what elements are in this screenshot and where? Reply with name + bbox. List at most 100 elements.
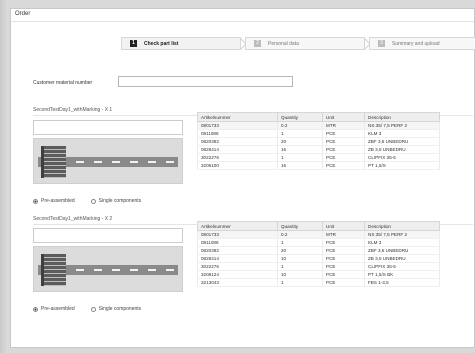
- radio-empty-icon[interactable]: [90, 306, 96, 312]
- assembly-options-x1: Pre-assembled Single components: [33, 198, 157, 204]
- quantity: 10: [277, 254, 323, 263]
- article-number: 0820392: [197, 246, 278, 255]
- description: NS 35/ 7,5 PERF 2: [364, 121, 440, 130]
- step-label: Summary and upload: [392, 40, 440, 47]
- step-label: Personal data: [268, 40, 299, 47]
- description: KLM 3: [364, 129, 440, 138]
- unit: PCE: [322, 161, 365, 170]
- radio-selected-icon[interactable]: [33, 306, 38, 312]
- unit: PCE: [322, 238, 365, 247]
- column-header[interactable]: Quantity: [277, 221, 323, 231]
- radio-empty-icon[interactable]: [90, 198, 96, 204]
- terminal-strip-preview: [33, 246, 183, 292]
- column-header[interactable]: Artikelnummer: [197, 221, 278, 231]
- description: ZBF 3,5 UNBEDRU: [364, 246, 440, 255]
- unit: PCE: [322, 137, 365, 146]
- customer-material-input[interactable]: [118, 76, 293, 87]
- radio-selected-icon[interactable]: [33, 198, 38, 204]
- assembly-options-x2: Pre-assembled Single components: [33, 306, 157, 312]
- step-summary-upload[interactable]: 3 Summary and upload: [369, 37, 475, 50]
- quantity: 1: [277, 153, 323, 162]
- article-number: 0811088: [197, 238, 278, 247]
- radio-single-components[interactable]: Single components: [90, 198, 142, 204]
- table-row[interactable]: 0828414 10 PCE ZB 3,5 UNBEDRU: [197, 254, 440, 263]
- marking-text-box[interactable]: [33, 228, 183, 243]
- article-number: 3022276: [197, 262, 278, 271]
- step-check-part-list[interactable]: 1 Check part list: [121, 37, 241, 50]
- radio-single-components[interactable]: Single components: [90, 306, 142, 312]
- parts-table-x1: Artikelnummer Quantity Unit Description …: [197, 112, 475, 170]
- article-number: 0811088: [197, 129, 278, 138]
- step-personal-data[interactable]: 2 Personal data: [245, 37, 365, 50]
- step-number: 3: [378, 40, 385, 47]
- unit: MTR: [322, 230, 365, 239]
- terminal-strip-preview: [33, 138, 183, 184]
- quantity: 16: [277, 145, 323, 154]
- article-number: 3206100: [197, 161, 278, 170]
- quantity: 0.2: [277, 121, 323, 130]
- description: ZB 3,5 UNBEDRU: [364, 254, 440, 263]
- column-header[interactable]: Description: [364, 112, 440, 122]
- radio-label: Single components: [98, 198, 142, 204]
- table-row[interactable]: 0811088 1 PCE KLM 3: [197, 238, 440, 247]
- table-row[interactable]: 0811088 1 PCE KLM 3: [197, 129, 440, 138]
- article-number: 0801733: [197, 121, 278, 130]
- article-number: 3022276: [197, 153, 278, 162]
- radio-label: Single components: [98, 306, 142, 312]
- unit: PCE: [322, 145, 365, 154]
- step-number: 2: [254, 40, 261, 47]
- unit: MTR: [322, 121, 365, 130]
- table-row[interactable]: 0828414 16 PCE ZB 3,5 UNBEDRU: [197, 145, 440, 154]
- section-title-x2: SecondTestDay1_withMarking - X 2: [33, 216, 113, 222]
- column-header[interactable]: Description: [364, 221, 440, 231]
- description: ZB 3,5 UNBEDRU: [364, 145, 440, 154]
- article-number: 3208124: [197, 270, 278, 279]
- table-row[interactable]: 3022276 1 PCE CLIPFIX 35-5: [197, 262, 440, 271]
- article-number: 0828414: [197, 254, 278, 263]
- desktop-edge: [0, 0, 8, 353]
- article-number: 3213043: [197, 278, 278, 287]
- wizard-steps: 1 Check part list 2 Personal data 3 Summ…: [121, 37, 475, 51]
- table-row[interactable]: 3206100 16 PCE PT 1,5/S: [197, 161, 440, 170]
- marking-text-box[interactable]: [33, 120, 183, 135]
- column-header[interactable]: Unit: [322, 112, 365, 122]
- section-title-x1: SecondTestDay1_withMarking - X 1: [33, 107, 113, 113]
- description: NS 35/ 7,5 PERF 2: [364, 230, 440, 239]
- table-header-row: Artikelnummer Quantity Unit Description: [197, 112, 440, 122]
- window-title: Order: [15, 11, 31, 17]
- description: ZBF 3,5 UNBEDRU: [364, 137, 440, 146]
- unit: PCE: [322, 153, 365, 162]
- quantity: 1: [277, 262, 323, 271]
- table-row[interactable]: 0820392 20 PCE ZBF 3,5 UNBEDRU: [197, 137, 440, 146]
- step-label: Check part list: [144, 40, 179, 47]
- table-row[interactable]: 3213043 1 PCE FBS 1-3,5: [197, 278, 440, 287]
- unit: PCE: [322, 270, 365, 279]
- step-number: 1: [130, 40, 137, 47]
- radio-label: Pre-assembled: [41, 306, 75, 312]
- quantity: 10: [277, 270, 323, 279]
- radio-label: Pre-assembled: [41, 198, 75, 204]
- table-row[interactable]: 3208124 10 PCE PT 1,5/S BK: [197, 270, 440, 279]
- parts-table-x2: Artikelnummer Quantity Unit Description …: [197, 221, 475, 287]
- column-header[interactable]: Quantity: [277, 112, 323, 122]
- customer-material-label: Customer material number: [33, 80, 93, 86]
- quantity: 1: [277, 129, 323, 138]
- column-header[interactable]: Unit: [322, 221, 365, 231]
- description: CLIPFIX 35-5: [364, 153, 440, 162]
- unit: PCE: [322, 254, 365, 263]
- table-row[interactable]: 3022276 1 PCE CLIPFIX 35-5: [197, 153, 440, 162]
- table-row[interactable]: 0820392 20 PCE ZBF 3,5 UNBEDRU: [197, 246, 440, 255]
- unit: PCE: [322, 246, 365, 255]
- description: PT 1,5/S BK: [364, 270, 440, 279]
- title-divider: [11, 21, 474, 22]
- unit: PCE: [322, 262, 365, 271]
- quantity: 1: [277, 238, 323, 247]
- table-row[interactable]: 0801733 0.2 MTR NS 35/ 7,5 PERF 2: [197, 230, 440, 239]
- radio-pre-assembled[interactable]: Pre-assembled: [33, 198, 75, 204]
- column-header[interactable]: Artikelnummer: [197, 112, 278, 122]
- unit: PCE: [322, 129, 365, 138]
- table-row[interactable]: 0801733 0.2 MTR NS 35/ 7,5 PERF 2: [197, 121, 440, 130]
- quantity: 20: [277, 246, 323, 255]
- radio-pre-assembled[interactable]: Pre-assembled: [33, 306, 75, 312]
- description: KLM 3: [364, 238, 440, 247]
